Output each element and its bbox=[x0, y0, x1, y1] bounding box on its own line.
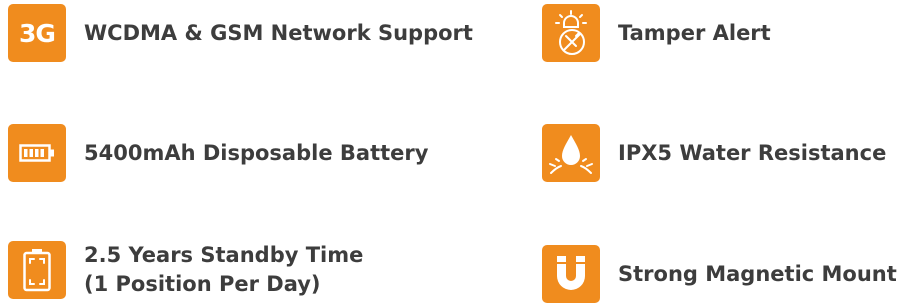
battery-icon bbox=[8, 124, 66, 182]
tamper-alert-icon bbox=[542, 4, 600, 62]
feature-magnetic-mount: Strong Magnetic Mount bbox=[542, 245, 897, 303]
standby-battery-icon bbox=[8, 241, 66, 299]
feature-label-two-line: 2.5 Years Standby Time (1 Position Per D… bbox=[84, 241, 363, 299]
feature-label: IPX5 Water Resistance bbox=[618, 140, 887, 165]
feature-label-line2: (1 Position Per Day) bbox=[84, 272, 321, 296]
3g-badge-icon: 3G bbox=[8, 4, 66, 62]
feature-label: 5400mAh Disposable Battery bbox=[84, 140, 429, 165]
water-drop-icon bbox=[542, 124, 600, 182]
feature-water-resistance: IPX5 Water Resistance bbox=[542, 124, 886, 182]
3g-badge-text: 3G bbox=[19, 18, 56, 48]
feature-label: Strong Magnetic Mount bbox=[618, 261, 897, 286]
feature-standby-time: 2.5 Years Standby Time (1 Position Per D… bbox=[8, 241, 363, 299]
feature-battery: 5400mAh Disposable Battery bbox=[8, 124, 428, 182]
feature-label: Tamper Alert bbox=[618, 20, 771, 45]
feature-tamper-alert: Tamper Alert bbox=[542, 4, 771, 62]
feature-label: WCDMA & GSM Network Support bbox=[84, 20, 473, 45]
feature-network-support: 3G WCDMA & GSM Network Support bbox=[8, 4, 473, 62]
magnet-icon bbox=[542, 245, 600, 303]
feature-label-line1: 2.5 Years Standby Time bbox=[84, 243, 364, 267]
